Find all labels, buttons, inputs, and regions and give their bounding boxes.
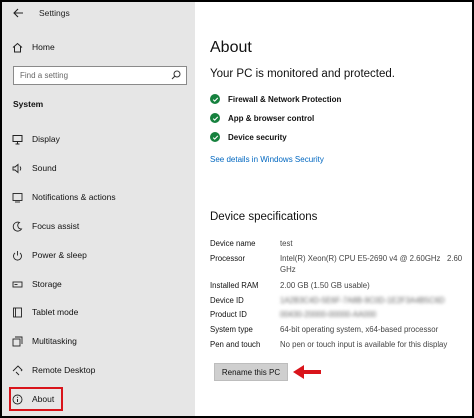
spec-key: Device ID <box>210 296 244 305</box>
red-arrow-icon <box>293 365 321 379</box>
spec-row-system-type: System type 64-bit operating system, x64… <box>210 324 472 335</box>
spec-key: Device name <box>210 239 256 248</box>
protection-item: Device security <box>210 132 287 142</box>
spec-value-obscured: 1A2B3C4D-5E6F-7A8B-9C0D-1E2F3A4B5C6D <box>280 296 445 305</box>
focus-assist-icon <box>11 220 23 232</box>
spec-row-product-id: Product ID 00430-20000-00000-AA000 <box>210 309 472 320</box>
power-icon <box>11 249 23 261</box>
checkmark-icon <box>210 94 220 104</box>
spec-key: Pen and touch <box>210 340 261 349</box>
sidebar-item-label: Notifications & actions <box>32 192 116 202</box>
spec-value: No pen or touch input is available for t… <box>280 340 448 349</box>
protection-item: Firewall & Network Protection <box>210 94 341 104</box>
sidebar-item-multitasking[interactable]: Multitasking <box>2 331 195 351</box>
sidebar-item-label: Remote Desktop <box>32 365 96 375</box>
sidebar-item-power-sleep[interactable]: Power & sleep <box>2 245 195 265</box>
spec-key: Product ID <box>210 310 247 319</box>
sidebar-item-notifications[interactable]: Notifications & actions <box>2 187 195 207</box>
checkmark-icon <box>210 113 220 123</box>
spec-row-installed-ram: Installed RAM 2.00 GB (1.50 GB usable) <box>210 280 472 291</box>
sidebar-item-focus-assist[interactable]: Focus assist <box>2 216 195 236</box>
protection-heading: Your PC is monitored and protected. <box>210 68 395 80</box>
spec-key: Installed RAM <box>210 281 259 290</box>
spec-value-obscured: 00430-20000-00000-AA000 <box>280 310 377 319</box>
spec-row-device-name: Device name test <box>210 238 472 249</box>
main-panel: About Your PC is monitored and protected… <box>195 2 472 416</box>
spec-key: Processor <box>210 254 246 263</box>
search-box[interactable] <box>13 66 187 85</box>
spec-row-device-id: Device ID 1A2B3C4D-5E6F-7A8B-9C0D-1E2F3A… <box>210 295 472 306</box>
spec-value: Intel(R) Xeon(R) CPU E5-2690 v4 @ 2.60GH… <box>280 254 465 274</box>
spec-value: test <box>280 239 293 248</box>
spec-value: 64-bit operating system, x64-based proce… <box>280 325 439 334</box>
window-title: Settings <box>39 8 70 18</box>
sidebar-item-label: Focus assist <box>32 221 80 231</box>
display-icon <box>11 133 23 145</box>
sidebar-item-label: Tablet mode <box>32 307 79 317</box>
sidebar-item-label: Multitasking <box>32 336 77 346</box>
protection-item-label: Device security <box>228 132 287 142</box>
section-heading: System <box>13 99 44 109</box>
sidebar-item-label: Display <box>32 134 60 144</box>
sidebar-item-tablet-mode[interactable]: Tablet mode <box>2 302 195 322</box>
spec-row-processor: Processor Intel(R) Xeon(R) CPU E5-2690 v… <box>210 253 472 275</box>
spec-row-pen-touch: Pen and touch No pen or touch input is a… <box>210 339 472 350</box>
spec-key: System type <box>210 325 253 334</box>
search-input[interactable] <box>20 71 160 80</box>
sidebar-item-label: Power & sleep <box>32 250 87 260</box>
protection-item-label: App & browser control <box>228 113 315 123</box>
sidebar-item-storage[interactable]: Storage <box>2 274 195 294</box>
sidebar-item-label: Storage <box>32 279 62 289</box>
about-highlight-box <box>9 387 63 411</box>
multitasking-icon <box>11 335 23 347</box>
protection-item: App & browser control <box>210 113 314 123</box>
sidebar-item-label: Home <box>32 42 55 52</box>
windows-security-link[interactable]: See details in Windows Security <box>210 155 324 164</box>
sidebar: Settings Home System Display <box>2 2 195 416</box>
spec-value: 2.00 GB (1.50 GB usable) <box>280 281 370 290</box>
sound-icon <box>11 162 23 174</box>
tablet-mode-icon <box>11 306 23 318</box>
checkmark-icon <box>210 132 220 142</box>
title-bar: Settings <box>2 2 195 24</box>
sidebar-item-home[interactable]: Home <box>2 37 195 57</box>
sidebar-item-label: Sound <box>32 163 57 173</box>
back-arrow-icon[interactable] <box>11 6 25 20</box>
remote-desktop-icon <box>11 364 23 376</box>
storage-icon <box>11 278 23 290</box>
specs-heading: Device specifications <box>210 211 318 223</box>
notifications-icon <box>11 191 23 203</box>
settings-window: Settings Home System Display <box>2 2 472 416</box>
page-title: About <box>210 39 252 56</box>
sidebar-item-sound[interactable]: Sound <box>2 158 195 178</box>
home-icon <box>11 41 23 53</box>
sidebar-item-display[interactable]: Display <box>2 129 195 149</box>
protection-item-label: Firewall & Network Protection <box>228 94 342 104</box>
search-icon[interactable] <box>171 67 181 85</box>
sidebar-item-remote-desktop[interactable]: Remote Desktop <box>2 360 195 380</box>
rename-pc-button[interactable]: Rename this PC <box>214 363 288 381</box>
